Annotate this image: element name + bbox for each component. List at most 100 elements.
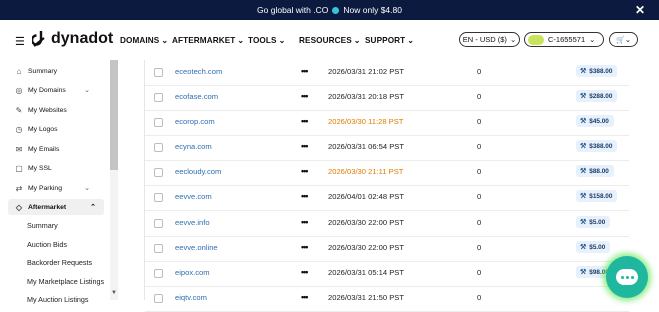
submenu-auction-bids[interactable]: Auction Bids [27, 240, 67, 249]
price-badge[interactable]: ⚒ $45.00 [576, 115, 614, 127]
currency-select[interactable]: EN - USD ($) ⌄ [459, 32, 520, 47]
more-options-icon[interactable]: ••• [301, 242, 309, 252]
more-options-icon[interactable]: ••• [301, 267, 309, 277]
table-row: ecyna.com ••• 2026/03/31 06:54 PST 0 ⚒ $388.0… [145, 135, 629, 161]
cart-button[interactable]: 🛒 ⌄ [609, 32, 638, 47]
price-badge[interactable]: ⚒ $5.00 [576, 241, 611, 253]
menu-resources[interactable]: RESOURCES ⌄ [299, 36, 361, 45]
hammer-icon: ⚒ [580, 219, 587, 226]
row-checkbox[interactable] [154, 118, 163, 127]
menu-support[interactable]: SUPPORT ⌄ [365, 36, 414, 45]
account-avatar-icon [528, 34, 544, 45]
row-checkbox[interactable] [154, 294, 163, 303]
more-options-icon[interactable]: ••• [301, 91, 309, 101]
menu-tools[interactable]: TOOLS ⌄ [248, 36, 285, 45]
domain-link[interactable]: eceotech.com [175, 67, 222, 76]
more-options-icon[interactable]: ••• [301, 141, 309, 151]
row-checkbox[interactable] [154, 143, 163, 152]
chevron-down-icon: ⌄ [509, 35, 517, 44]
submenu-summary[interactable]: Summary [27, 221, 58, 230]
domain-link[interactable]: eevve.com [175, 192, 212, 201]
hammer-icon: ⚒ [580, 244, 587, 251]
lock-icon: ▢ [15, 163, 23, 173]
more-options-icon[interactable]: ••• [301, 116, 309, 126]
table-row: eevve.com ••• 2026/04/01 02:48 PST 0 ⚒ $158.0… [145, 185, 629, 211]
more-options-icon[interactable]: ••• [301, 166, 309, 176]
more-options-icon[interactable]: ••• [301, 292, 309, 302]
table-row: eceotech.com ••• 2026/03/31 21:02 PST 0 ⚒ $38… [145, 60, 629, 86]
price-badge[interactable]: ⚒ $288.00 [576, 90, 618, 102]
submenu-backorder-requests[interactable]: Backorder Requests [27, 258, 92, 267]
promo-price: Now only $4.80 [343, 5, 402, 15]
sidebar-item-my-domains[interactable]: ◎ My Domains ⌄ [0, 82, 104, 98]
row-checkbox[interactable] [154, 219, 163, 228]
row-checkbox[interactable] [154, 93, 163, 102]
table-row: ecorop.com ••• 2026/03/30 11:28 PST 0 ⚒ $45.0… [145, 110, 629, 136]
dynadot-logo[interactable]: dynadot [32, 30, 113, 48]
domain-link[interactable]: eiqtv.com [175, 293, 207, 302]
price-badge[interactable]: ⚒ $88.00 [576, 165, 614, 177]
hammer-icon: ⚒ [580, 193, 587, 200]
pencil-icon: ✎ [15, 105, 23, 115]
globe-icon: ◎ [15, 85, 23, 95]
chevron-down-icon: ⌄ [84, 87, 90, 94]
sidebar-item-summary[interactable]: ⌂ Summary [0, 63, 104, 79]
domain-link[interactable]: eevve.info [175, 218, 210, 227]
promo-text: Go global with .CO [257, 5, 329, 15]
domain-link[interactable]: eecloudy.com [175, 167, 221, 176]
sidebar-scrollbar-thumb[interactable] [110, 60, 118, 170]
bid-count: 0 [477, 218, 482, 227]
end-date: 2026/03/30 22:00 PST [328, 218, 404, 227]
table-row: eevve.online ••• 2026/03/30 22:00 PST 0 ⚒ $5.… [145, 236, 629, 262]
domain-link[interactable]: eipox.com [175, 268, 210, 277]
sidebar-item-my-parking[interactable]: ⇄ My Parking ⌄ [0, 180, 104, 196]
row-checkbox[interactable] [154, 244, 163, 253]
promo-banner: Go global with .CO Now only $4.80 ✕ [0, 0, 659, 20]
price-badge[interactable]: ⚒ $388.00 [576, 65, 618, 77]
chat-button[interactable] [606, 256, 648, 298]
menu-domains[interactable]: DOMAINS ⌄ [120, 36, 168, 45]
price-badge[interactable]: ⚒ $5.00 [576, 216, 611, 228]
submenu-marketplace-listings[interactable]: My Marketplace Listings [27, 277, 104, 286]
domain-link[interactable]: ecofase.com [175, 92, 218, 101]
row-checkbox[interactable] [154, 193, 163, 202]
close-banner-icon[interactable]: ✕ [635, 3, 645, 17]
chevron-down-icon: ⌄ [407, 36, 415, 45]
chevron-down-icon: ⌄ [278, 36, 286, 45]
domain-link[interactable]: ecorop.com [175, 117, 215, 126]
bid-count: 0 [477, 192, 482, 201]
sidebar-item-aftermarket[interactable]: ◇ Aftermarket ⌃ [8, 199, 104, 215]
row-checkbox[interactable] [154, 68, 163, 77]
end-date: 2026/03/31 20:18 PST [328, 92, 404, 101]
sidebar-item-my-emails[interactable]: ✉ My Emails [0, 141, 104, 157]
more-options-icon[interactable]: ••• [301, 66, 309, 76]
domain-link[interactable]: ecyna.com [175, 142, 212, 151]
table-row: eiqtv.com ••• 2026/03/31 21:50 PST 0 [145, 286, 629, 312]
bid-count: 0 [477, 243, 482, 252]
more-options-icon[interactable]: ••• [301, 191, 309, 201]
price-badge[interactable]: ⚒ $158.00 [576, 190, 618, 202]
scroll-down-icon[interactable]: ▼ [111, 290, 117, 296]
logo-text: dynadot [51, 30, 114, 47]
row-checkbox[interactable] [154, 168, 163, 177]
bid-count: 0 [477, 268, 482, 277]
hammer-icon: ⚒ [580, 168, 587, 175]
more-options-icon[interactable]: ••• [301, 217, 309, 227]
sidebar-item-my-ssl[interactable]: ▢ My SSL [0, 160, 104, 176]
chevron-down-icon: ⌄ [624, 35, 631, 44]
domain-link[interactable]: eevve.online [175, 243, 218, 252]
row-checkbox[interactable] [154, 269, 163, 278]
menu-aftermarket[interactable]: AFTERMARKET ⌄ [172, 36, 244, 45]
end-date: 2026/03/31 21:50 PST [328, 293, 404, 302]
bid-count: 0 [477, 117, 482, 126]
sidebar-item-my-websites[interactable]: ✎ My Websites [0, 102, 104, 118]
sidebar-item-my-logos[interactable]: ◷ My Logos [0, 121, 104, 137]
tag-icon: ◇ [15, 202, 23, 212]
account-select[interactable]: C-1655571 ⌄ [524, 32, 604, 47]
table-row: ecofase.com ••• 2026/03/31 20:18 PST 0 ⚒ $288… [145, 85, 629, 111]
chevron-up-icon: ⌃ [90, 204, 96, 211]
bid-count: 0 [477, 293, 482, 302]
price-badge[interactable]: ⚒ $388.00 [576, 140, 618, 152]
hamburger-menu-icon[interactable]: ☰ [15, 35, 25, 48]
cart-icon: 🛒 [615, 36, 625, 44]
